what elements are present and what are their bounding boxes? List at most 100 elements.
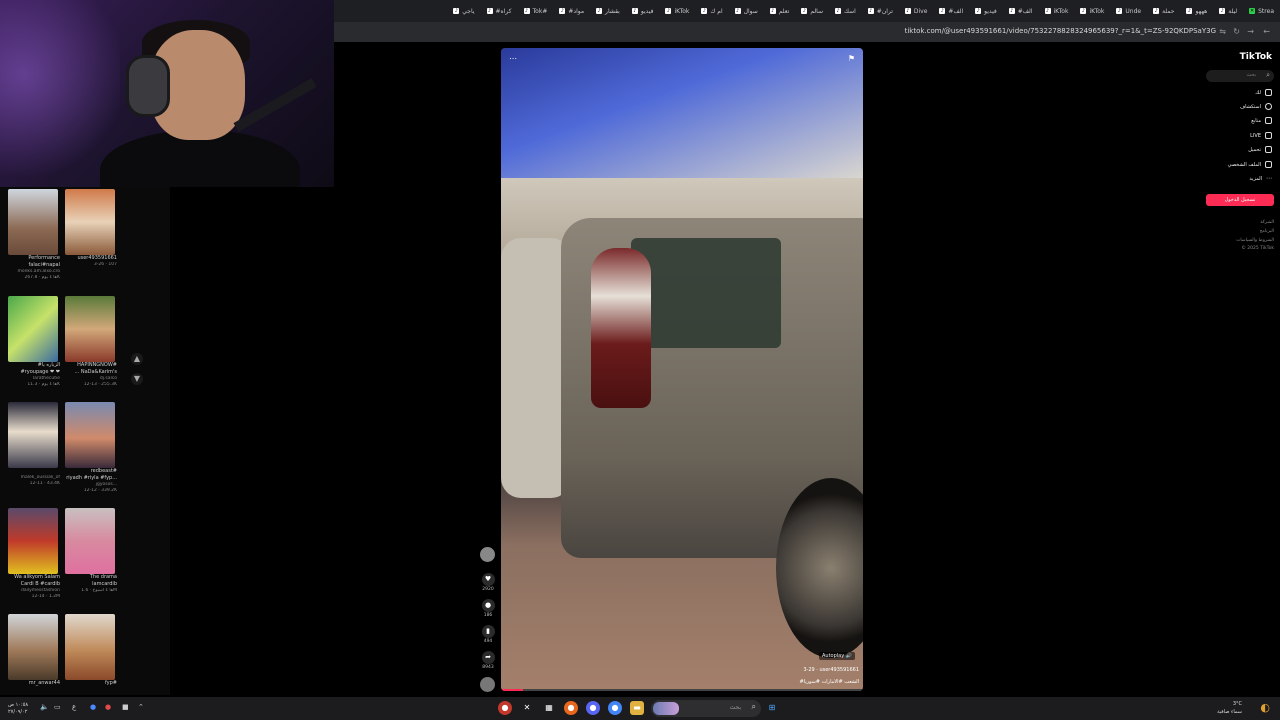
browser-tab[interactable]: ♪ iKTok <box>1074 0 1110 22</box>
scroll-up-button[interactable]: ▲ <box>131 353 143 365</box>
browser-tab[interactable]: ♪ فيديو <box>626 0 660 22</box>
browser-tab[interactable]: ♪ فيديو <box>969 0 1003 22</box>
site-settings-icon[interactable]: ⇋ <box>1219 27 1226 36</box>
scroll-down-button[interactable]: ▼ <box>131 373 143 385</box>
feed-thumbnail[interactable] <box>8 402 58 468</box>
browser-tab[interactable]: ♪ #الف <box>1003 0 1039 22</box>
browser-tab[interactable]: ♪ ليلة <box>1213 0 1243 22</box>
firefox-icon[interactable]: ● <box>564 701 578 715</box>
creator-avatar[interactable] <box>480 547 495 562</box>
feed-thumbnail[interactable] <box>8 614 58 680</box>
nav-live[interactable]: LIVE <box>1250 132 1272 139</box>
language-indicator[interactable]: ع <box>72 703 76 711</box>
share-icon[interactable]: ➦ <box>481 651 495 664</box>
clock-time[interactable]: ١٠:٥٨ ص <box>8 702 28 708</box>
browser-tab[interactable]: ♪ ام ك <box>695 0 728 22</box>
video-progress-bar[interactable] <box>501 689 863 691</box>
browser-tab[interactable]: ♪ اسك <box>829 0 862 22</box>
feed-thumbnail[interactable] <box>8 189 58 255</box>
address-bar[interactable]: tiktok.com/@user493591661/video/75322788… <box>334 22 1280 42</box>
feed-thumbnail[interactable] <box>8 508 58 574</box>
file-explorer-icon[interactable]: ▬ <box>630 701 644 715</box>
chrome-icon[interactable]: ● <box>608 701 622 715</box>
weather-icon[interactable]: ◐ <box>1260 701 1270 714</box>
comment-icon[interactable]: ● <box>481 599 495 612</box>
feed-item[interactable]: fyp# <box>65 614 117 687</box>
clock-date[interactable]: ٢٧/٠٩/٠٢ <box>8 709 27 715</box>
chevron-up-icon[interactable]: ⌃ <box>138 703 144 711</box>
browser-tab[interactable]: ♪ iKTok <box>1039 0 1075 22</box>
forward-icon[interactable]: → <box>1247 27 1254 36</box>
comment-button[interactable]: ● 186 <box>480 599 496 618</box>
nav-profile[interactable]: الملف الشخصي <box>1228 161 1272 168</box>
url-text[interactable]: tiktok.com/@user493591661/video/75322788… <box>905 27 1216 35</box>
weather-description[interactable]: سماء صافية <box>1217 709 1242 715</box>
search-icon[interactable]: ⌕ <box>1266 71 1270 80</box>
feed-item[interactable]: #الزياره يا #ryoupage ❤ ❤ larathecutie ه… <box>8 296 60 388</box>
browser-tab[interactable]: ♪ بقشار <box>590 0 626 22</box>
login-button[interactable]: تسجيل الدخول <box>1206 194 1274 206</box>
weather-temperature[interactable]: 3°C <box>1233 701 1242 707</box>
windows-start-icon[interactable]: ⊞ <box>765 701 779 715</box>
feed-item[interactable]: mr_anwar44 <box>8 614 60 687</box>
save-button[interactable]: ▮ 494 <box>480 625 496 644</box>
feed-item[interactable]: Wa alikyom Salam Cardi B #cardib dailyme… <box>8 508 60 600</box>
browser-tab[interactable]: ♪ iKTok <box>659 0 695 22</box>
back-icon[interactable]: ← <box>1263 27 1270 36</box>
browser-tab[interactable]: ♪ Unde <box>1110 0 1147 22</box>
bookmark-icon[interactable]: ▮ <box>481 625 495 638</box>
browser-tab[interactable]: ♪ #تران <box>862 0 899 22</box>
share-button[interactable]: ➦ 8943 <box>480 651 496 670</box>
x-app-icon[interactable]: ✕ <box>520 701 534 715</box>
network-icon[interactable]: ▭ <box>54 703 61 711</box>
browser-tab[interactable]: ♪ هههو <box>1180 0 1213 22</box>
footer-company-link[interactable]: الشركة <box>1260 220 1274 225</box>
feed-item[interactable]: redbeast# riyadh #riyla #fyp... jgyosos.… <box>65 402 117 494</box>
video-author[interactable]: 3-29 · user493591661 <box>803 667 859 673</box>
feed-item[interactable]: malek_oussiali_of 12-11 · 43.4K <box>8 402 60 487</box>
nav-upload[interactable]: تحميل <box>1248 146 1272 153</box>
feed-item[interactable]: user493591661 3-26 · 107 <box>65 189 117 268</box>
tiktok-search-input[interactable]: بحث ⌕ <box>1206 70 1274 82</box>
feed-item[interactable]: Performance falaci#napal monks.am.alxo.c… <box>8 189 60 281</box>
browser-tab[interactable]: ♪ Dive <box>899 0 934 22</box>
report-icon[interactable]: ⚑ <box>848 54 855 63</box>
footer-terms-link[interactable]: الشروط والسياسات <box>1236 238 1274 243</box>
nav-more[interactable]: المزيد ⋯ <box>1249 175 1272 182</box>
browser-tab[interactable]: ♪ حملة <box>1147 0 1180 22</box>
tiktok-logo[interactable]: TikTok <box>1240 52 1272 62</box>
browser-tab[interactable]: ♪ Tok# <box>518 0 554 22</box>
discord-icon[interactable]: ● <box>586 701 600 715</box>
nav-for-you[interactable]: لك <box>1255 89 1272 96</box>
feed-thumbnail[interactable] <box>65 296 115 362</box>
reload-icon[interactable]: ↻ <box>1233 27 1240 36</box>
nav-following[interactable]: متابع <box>1251 117 1272 124</box>
taskbar-search[interactable]: بحث ⌕ <box>651 700 761 717</box>
feed-thumbnail[interactable] <box>65 402 115 468</box>
more-options-icon[interactable]: ⋯ <box>509 54 517 63</box>
video-player[interactable]: ⋯ ⚑ Autoplay 🔊 3-29 · user493591661 #الش… <box>501 48 863 691</box>
tray-app-icon-2[interactable]: ■ <box>122 703 129 711</box>
feed-thumbnail[interactable] <box>65 508 115 574</box>
app-icon-red[interactable]: ● <box>498 701 512 715</box>
browser-tab[interactable]: ♪ سالم <box>795 0 829 22</box>
tray-app-icon[interactable]: ● <box>105 703 111 711</box>
nav-explore[interactable]: استكشاف <box>1240 103 1272 110</box>
browser-tab[interactable]: ♪ تعلم <box>764 0 796 22</box>
feed-item[interactable]: HAPINNGNOW# ... NaDa&Karim's dj.salco 12… <box>65 296 117 388</box>
autoplay-badge[interactable]: Autoplay 🔊 <box>818 652 855 660</box>
heart-icon[interactable]: ♥ <box>481 573 495 586</box>
browser-tab[interactable]: ♪ #مواد <box>553 0 590 22</box>
feed-item[interactable]: The drama lamcardib ها ٤ أسبوع · 1.6M <box>65 508 117 594</box>
browser-tab[interactable]: ♪ سوال <box>729 0 764 22</box>
music-disc-avatar[interactable] <box>480 677 495 692</box>
browser-tab[interactable]: ♪ ياجي <box>447 0 480 22</box>
browser-tab[interactable]: ♪ #كراه <box>481 0 518 22</box>
feed-thumbnail[interactable] <box>65 614 115 680</box>
browser-tab[interactable]: ✕ Strea <box>1243 0 1280 22</box>
feed-thumbnail[interactable] <box>65 189 115 255</box>
footer-program-link[interactable]: البرنامج <box>1260 229 1274 234</box>
bluetooth-icon[interactable]: ● <box>90 703 96 711</box>
volume-icon[interactable]: 🔈 <box>40 703 49 711</box>
task-view-icon[interactable]: ▦ <box>542 701 556 715</box>
